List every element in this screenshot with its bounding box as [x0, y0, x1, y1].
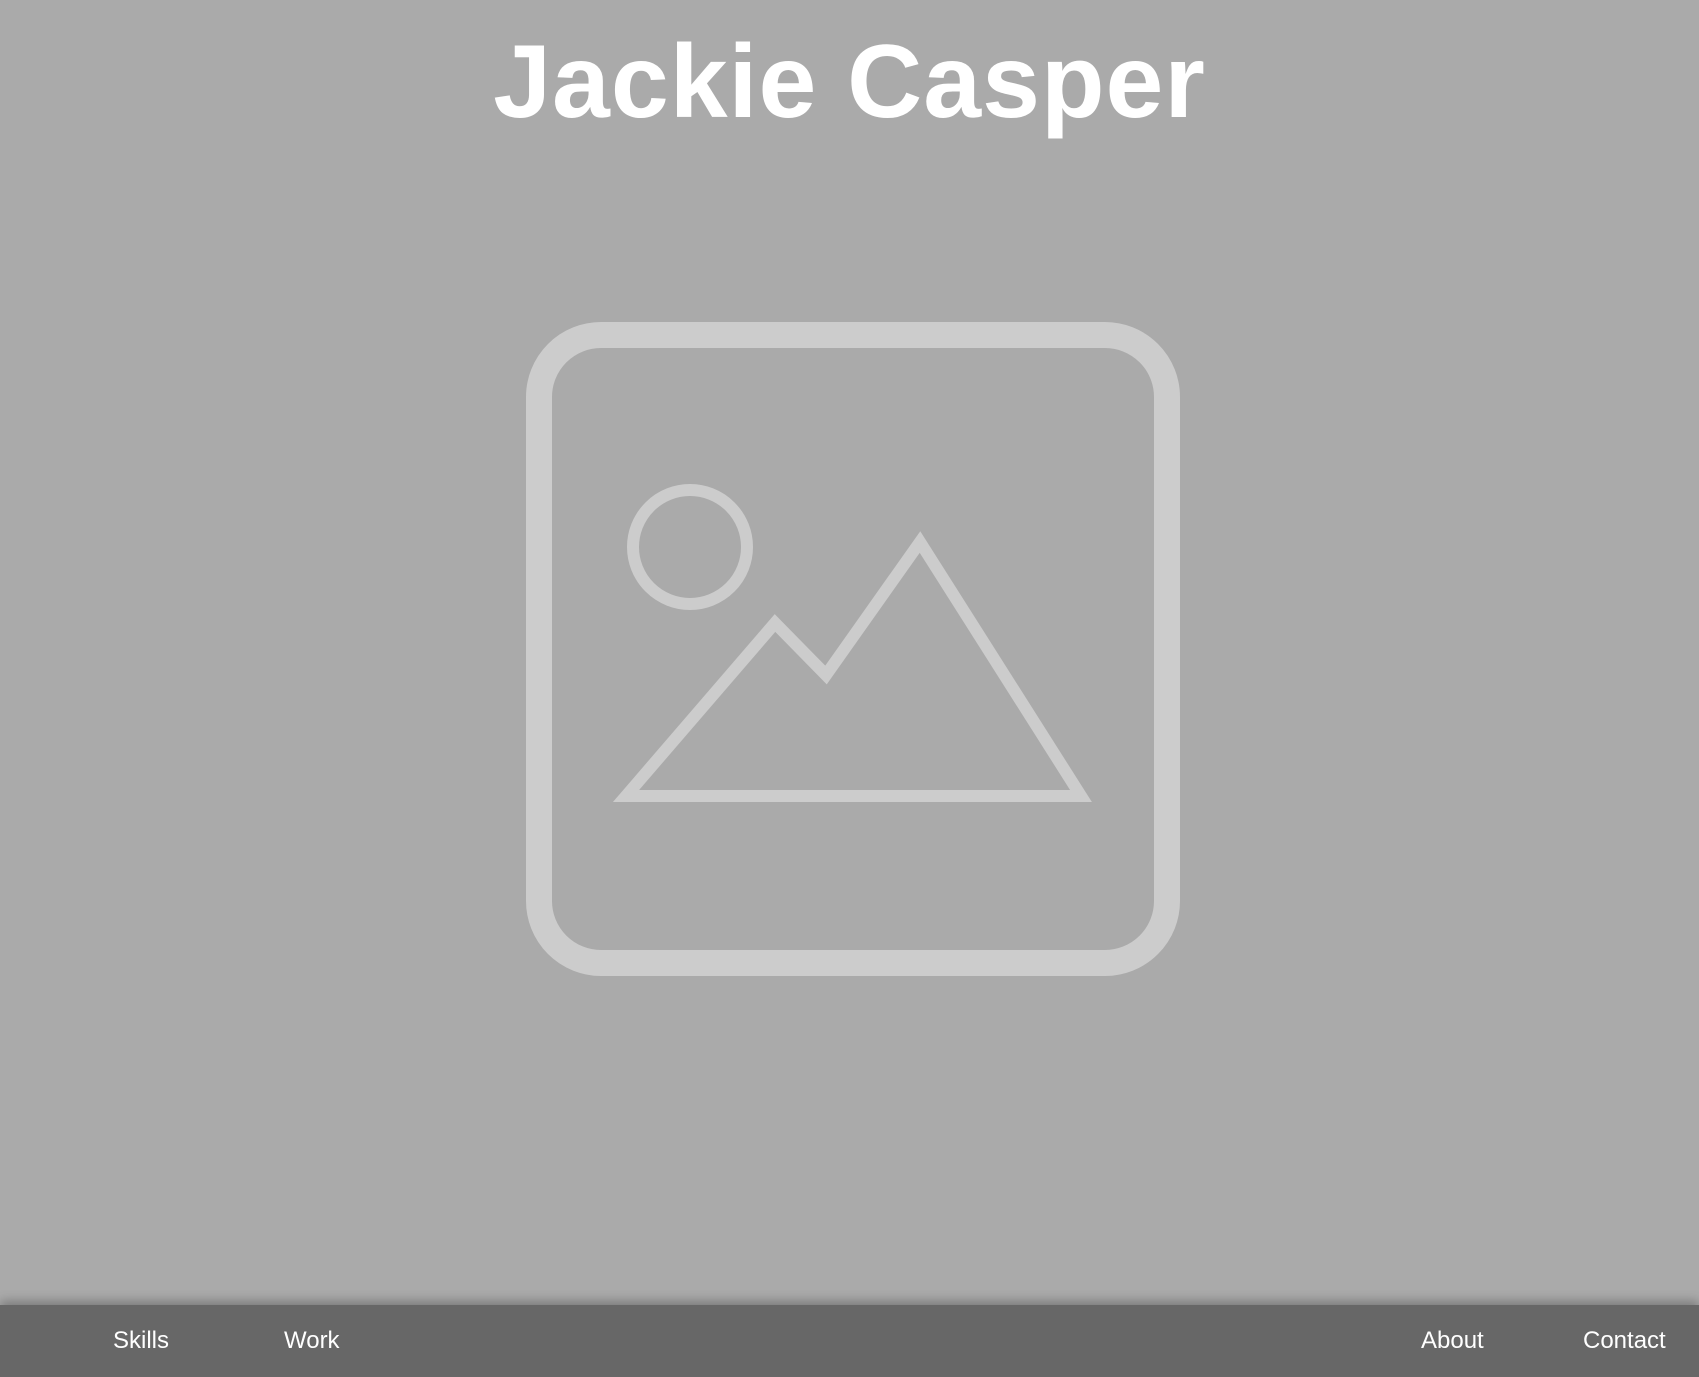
nav-link-contact[interactable]: Contact [1583, 1305, 1666, 1377]
page-title: Jackie Casper [493, 24, 1206, 140]
nav-link-work[interactable]: Work [284, 1305, 340, 1377]
nav-link-skills[interactable]: Skills [113, 1305, 169, 1377]
hero-image-placeholder [526, 322, 1180, 976]
bottom-navigation: Skills Work About Contact [0, 1305, 1699, 1377]
image-frame [526, 322, 1180, 976]
image-placeholder-icon [526, 322, 1180, 976]
sun-circle [627, 484, 753, 610]
mountains-outline [612, 531, 1092, 802]
nav-link-about[interactable]: About [1421, 1305, 1484, 1377]
